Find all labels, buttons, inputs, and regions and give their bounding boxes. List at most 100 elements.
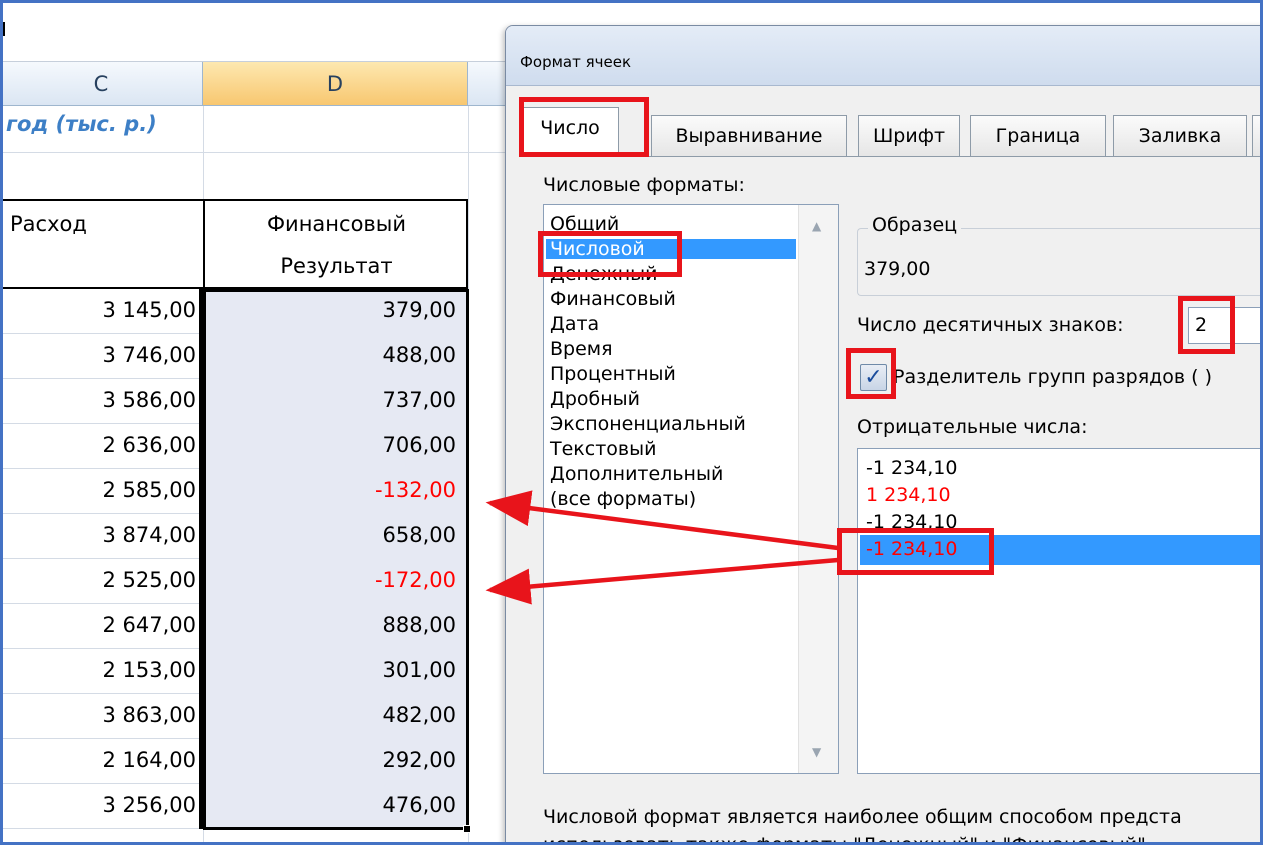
format-list-item[interactable]: Денежный: [550, 264, 658, 284]
expense-cell[interactable]: 3 256,00: [0, 793, 196, 817]
cell-border: [199, 514, 204, 559]
result-cell[interactable]: -172,00: [210, 568, 456, 592]
expense-cell[interactable]: 2 585,00: [0, 478, 196, 502]
header-expense[interactable]: Расход: [10, 212, 87, 236]
spreadsheet: C D год (тыс. р.) Расход Финансовый Резу…: [0, 0, 520, 845]
result-cell[interactable]: 301,00: [210, 658, 456, 682]
cell-border: [199, 649, 204, 694]
negative-numbers-list[interactable]: -1 234,10 1 234,10 -1 234,10 -1 234,10: [857, 448, 1263, 774]
expense-cell[interactable]: 3 746,00: [0, 343, 196, 367]
table-row: 3 863,00 482,00: [0, 694, 520, 739]
cell-border: [199, 559, 204, 604]
header-result-line2[interactable]: Результат: [205, 254, 468, 278]
tab-strip-line: [519, 156, 1263, 157]
cell-border: [199, 289, 204, 334]
expense-cell[interactable]: 3 863,00: [0, 703, 196, 727]
scroll-up-icon[interactable]: ▲: [812, 219, 821, 233]
format-list-scrollbar[interactable]: ▲ ▼: [798, 205, 838, 773]
column-header-d[interactable]: D: [203, 62, 468, 106]
separator-checkbox[interactable]: ✓: [860, 364, 887, 391]
table-row: 2 525,00 -172,00: [0, 559, 520, 604]
format-list-item[interactable]: Процентный: [550, 364, 676, 384]
result-cell[interactable]: 292,00: [210, 748, 456, 772]
dialog-title: Формат ячеек: [520, 53, 632, 71]
result-cell[interactable]: 482,00: [210, 703, 456, 727]
grid-line: [0, 828, 203, 829]
negative-option[interactable]: 1 234,10: [866, 484, 951, 506]
cell-border: [199, 739, 204, 784]
format-list-item[interactable]: Дата: [550, 314, 599, 334]
expense-cell[interactable]: 2 647,00: [0, 613, 196, 637]
result-cell[interactable]: 658,00: [210, 523, 456, 547]
format-list-item[interactable]: Числовой: [546, 239, 796, 259]
cell-border: [199, 469, 204, 514]
tab-number[interactable]: Число: [521, 107, 619, 156]
negative-option[interactable]: -1 234,10: [866, 457, 957, 479]
result-cell[interactable]: 706,00: [210, 433, 456, 457]
table-row: 3 874,00 658,00: [0, 514, 520, 559]
formula-bar[interactable]: [0, 0, 520, 62]
scroll-down-icon[interactable]: ▼: [812, 745, 821, 759]
cell-border: [199, 604, 204, 649]
header-result-line1[interactable]: Финансовый: [205, 212, 468, 236]
format-list-item[interactable]: Общий: [550, 214, 619, 234]
format-list-item[interactable]: Дробный: [550, 389, 640, 409]
grid-line: [0, 152, 520, 153]
cell-border: [199, 379, 204, 424]
tab-font[interactable]: Шрифт: [858, 115, 960, 156]
result-cell[interactable]: 888,00: [210, 613, 456, 637]
sample-value: 379,00: [864, 258, 931, 280]
separator-label[interactable]: Разделитель групп разрядов ( ): [893, 366, 1212, 388]
dialog-title-bar[interactable]: Формат ячеек: [506, 26, 1263, 86]
table-row: 2 647,00 888,00: [0, 604, 520, 649]
format-description-line2: использовать также форматы "Денежный" и …: [543, 834, 1146, 845]
format-description: Числовой формат является наиболее общим …: [543, 806, 1182, 828]
format-list-item[interactable]: Дополнительный: [550, 464, 723, 484]
tab-fill[interactable]: Заливка: [1113, 115, 1247, 156]
format-list-item[interactable]: Время: [550, 339, 613, 359]
table-row: 2 153,00 301,00: [0, 649, 520, 694]
expense-cell[interactable]: 2 164,00: [0, 748, 196, 772]
table-row: 3 746,00 488,00: [0, 334, 520, 379]
cell-border: [199, 424, 204, 469]
result-cell[interactable]: 476,00: [210, 793, 456, 817]
decimals-label: Число десятичных знаков:: [857, 314, 1124, 336]
cell-border: [199, 694, 204, 739]
formats-label: Числовые форматы:: [543, 174, 745, 196]
negative-option[interactable]: -1 234,10: [866, 511, 957, 533]
sample-label: Образец: [868, 214, 962, 236]
expense-cell[interactable]: 2 153,00: [0, 658, 196, 682]
cell-border: [199, 334, 204, 379]
result-cell[interactable]: 488,00: [210, 343, 456, 367]
cell-border: [199, 784, 204, 829]
format-list[interactable]: Общий Числовой Денежный Финансовый Дата Время…: [543, 204, 839, 774]
decimals-field[interactable]: 2: [1188, 307, 1263, 344]
table-row: 2 636,00 706,00: [0, 424, 520, 469]
expense-cell[interactable]: 3 874,00: [0, 523, 196, 547]
table-title-cell[interactable]: год (тыс. р.): [6, 112, 157, 136]
column-header-c[interactable]: C: [0, 62, 203, 106]
table-row: 3 256,00 476,00: [0, 784, 520, 829]
result-cell[interactable]: -132,00: [210, 478, 456, 502]
expense-cell[interactable]: 3 145,00: [0, 298, 196, 322]
format-list-item[interactable]: Экспоненциальный: [550, 414, 746, 434]
expense-cell[interactable]: 3 586,00: [0, 388, 196, 412]
tab-border[interactable]: Граница: [970, 115, 1106, 156]
table-row: 3 586,00 737,00: [0, 379, 520, 424]
expense-cell[interactable]: 2 525,00: [0, 568, 196, 592]
fill-handle[interactable]: [463, 825, 471, 833]
negative-numbers-label: Отрицательные числа:: [857, 416, 1088, 438]
table-row: 2 164,00 292,00: [0, 739, 520, 784]
result-cell[interactable]: 737,00: [210, 388, 456, 412]
negative-option[interactable]: -1 234,10: [866, 538, 957, 560]
table-row: 2 585,00 -132,00: [0, 469, 520, 514]
format-list-item[interactable]: (все форматы): [550, 489, 696, 509]
tab-more[interactable]: [1252, 115, 1263, 156]
expense-cell[interactable]: 2 636,00: [0, 433, 196, 457]
result-cell[interactable]: 379,00: [210, 298, 456, 322]
format-list-item[interactable]: Финансовый: [550, 289, 676, 309]
format-list-item[interactable]: Текстовый: [550, 439, 656, 459]
text-cursor: [3, 22, 5, 36]
table-row: 3 145,00 379,00: [0, 289, 520, 334]
tab-alignment[interactable]: Выравнивание: [651, 115, 847, 156]
